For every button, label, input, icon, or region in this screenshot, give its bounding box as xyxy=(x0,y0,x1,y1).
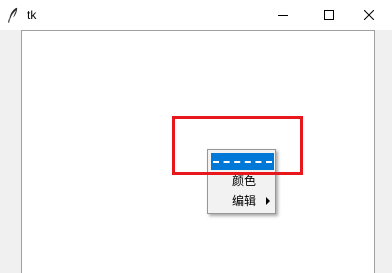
highlight-annotation xyxy=(172,116,303,175)
maximize-icon xyxy=(324,10,334,20)
menu-item-edit[interactable]: 编辑 xyxy=(211,191,274,211)
title-bar[interactable]: tk xyxy=(0,0,392,30)
minimize-icon xyxy=(278,10,288,20)
close-button[interactable] xyxy=(346,0,392,30)
feather-icon[interactable] xyxy=(8,7,18,23)
menu-item-label: 编辑 xyxy=(232,194,257,208)
submenu-arrow-icon xyxy=(266,197,270,205)
close-icon xyxy=(364,10,374,20)
minimize-button[interactable] xyxy=(260,0,306,30)
window-title: tk xyxy=(27,8,37,22)
